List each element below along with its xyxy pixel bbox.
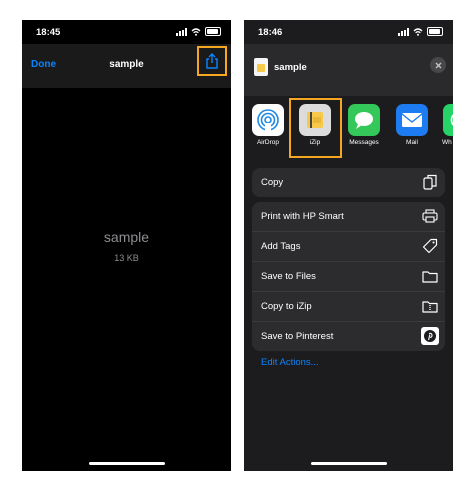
action-label: Add Tags — [261, 241, 301, 252]
home-indicator — [310, 462, 387, 465]
file-size: 13 KB — [114, 253, 139, 263]
signal-icon — [398, 27, 409, 36]
share-apps-row: AirDrop iZip Messages Mail Wh — [244, 100, 453, 170]
battery-icon — [205, 27, 221, 36]
status-icons — [398, 27, 443, 36]
copy-group: Copy — [252, 168, 445, 197]
copy-icon — [421, 173, 439, 191]
action-copy-to-izip[interactable]: Copy to iZip — [252, 292, 445, 322]
status-icons — [176, 27, 221, 36]
app-label: AirDrop — [256, 139, 280, 146]
tag-icon — [421, 237, 439, 255]
action-label: Copy to iZip — [261, 301, 312, 312]
izip-highlight — [289, 98, 342, 158]
app-airdrop[interactable]: AirDrop — [248, 100, 288, 146]
action-save-to-pinterest[interactable]: Save to Pinterest — [252, 322, 445, 351]
app-label: Wh — [442, 139, 452, 146]
action-label: Save to Pinterest — [261, 331, 334, 342]
action-label: Print with HP Smart — [261, 211, 344, 222]
whatsapp-icon — [443, 104, 453, 136]
nav-bar: Done sample — [22, 44, 231, 88]
battery-icon — [427, 27, 443, 36]
file-name: sample — [103, 229, 150, 245]
app-messages[interactable]: Messages — [344, 100, 384, 146]
share-sheet-title: sample — [274, 62, 307, 73]
share-button[interactable] — [197, 46, 227, 76]
home-indicator — [88, 462, 165, 465]
status-time: 18:46 — [258, 27, 283, 38]
edit-actions-link[interactable]: Edit Actions... — [261, 357, 319, 368]
app-whatsapp[interactable]: Wh — [439, 100, 453, 146]
wifi-icon — [413, 27, 423, 36]
action-add-tags[interactable]: Add Tags — [252, 232, 445, 262]
signal-icon — [176, 27, 187, 36]
status-bar: 18:45 — [22, 20, 231, 44]
status-bar: 18:46 — [244, 20, 453, 44]
mail-icon — [396, 104, 428, 136]
left-screen: 18:45 Done sample sample 13 KB — [22, 20, 231, 471]
action-label: Save to Files — [261, 271, 316, 282]
action-save-to-files[interactable]: Save to Files — [252, 262, 445, 292]
printer-icon — [421, 207, 439, 225]
share-icon — [206, 53, 218, 69]
airdrop-icon — [252, 104, 284, 136]
wifi-icon — [191, 27, 201, 36]
app-label: Mail — [406, 139, 418, 146]
action-print-hp-smart[interactable]: Print with HP Smart — [252, 202, 445, 232]
action-copy[interactable]: Copy — [252, 168, 445, 197]
action-label: Copy — [261, 177, 284, 188]
pinterest-icon — [421, 327, 439, 345]
share-sheet-header: sample — [244, 44, 453, 96]
zip-folder-icon — [421, 297, 439, 315]
app-label: Messages — [349, 139, 379, 146]
folder-icon — [421, 267, 439, 285]
right-screen: 18:46 sample AirDrop iZip Messages Mail … — [244, 20, 453, 471]
actions-group: Print with HP Smart Add Tags Save to Fil… — [252, 202, 445, 351]
status-time: 18:45 — [36, 27, 61, 38]
close-icon — [435, 62, 441, 68]
messages-icon — [348, 104, 380, 136]
document-thumbnail — [254, 58, 268, 76]
app-mail[interactable]: Mail — [392, 100, 432, 146]
close-button[interactable] — [430, 57, 446, 73]
